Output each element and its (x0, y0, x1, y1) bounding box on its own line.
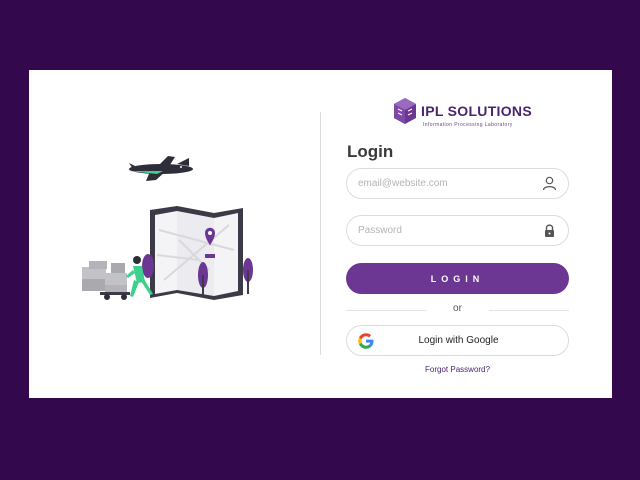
brand-tagline: Information Processing Laboratory (423, 122, 513, 128)
vertical-divider (320, 112, 321, 355)
logistics-illustration (29, 70, 320, 398)
boxes-graphic (82, 261, 130, 300)
brand-name: IPL SOLUTIONS (421, 103, 532, 119)
login-title: Login (347, 142, 394, 161)
separator-line-right (489, 310, 569, 311)
login-card: IPL SOLUTIONS Information Processing Lab… (29, 70, 612, 398)
cube-logo-icon (394, 98, 416, 124)
email-field (346, 168, 569, 199)
google-login-button[interactable]: Login with Google (346, 325, 569, 356)
map-graphic (150, 206, 243, 300)
lock-icon (545, 224, 554, 237)
or-text: or (453, 303, 462, 314)
password-field (346, 215, 569, 246)
user-icon (542, 176, 557, 191)
login-button[interactable]: LOGIN (346, 263, 569, 294)
brand-header: IPL SOLUTIONS Information Processing Lab… (393, 97, 553, 131)
google-login-label: Login with Google (418, 335, 499, 346)
password-input[interactable] (358, 216, 538, 245)
or-separator: or (346, 302, 569, 318)
illustration-graphic (82, 156, 253, 300)
forgot-password-link[interactable]: Forgot Password? (346, 365, 569, 374)
email-input[interactable] (358, 169, 538, 198)
airplane-icon (129, 156, 193, 181)
